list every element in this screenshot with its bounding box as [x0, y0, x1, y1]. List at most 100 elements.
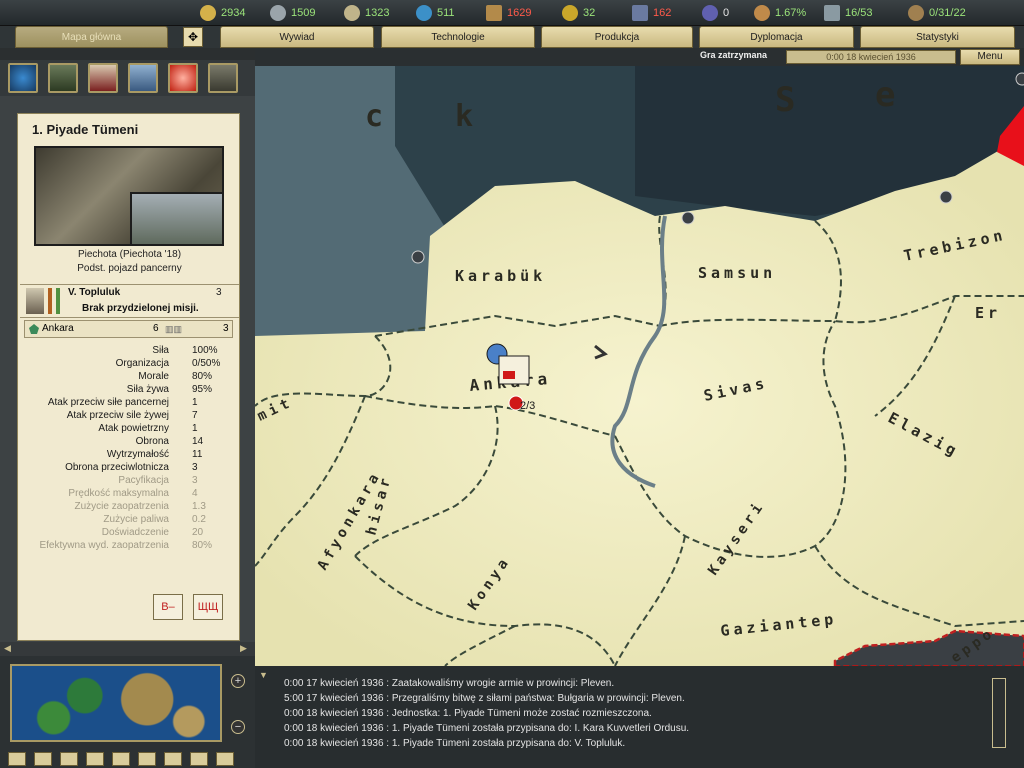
- stat-value: 7: [192, 410, 198, 421]
- resource-transports[interactable]: 16/53: [824, 3, 873, 23]
- house-icon[interactable]: [112, 752, 130, 766]
- stat-row: Zużycie zaopatrzenia 1.3: [18, 500, 241, 513]
- unit-type-caption: Piechota (Piechota '18): [77, 249, 182, 260]
- stat-value: 11: [192, 449, 203, 460]
- supply-icon: ▥▥: [165, 324, 183, 334]
- manpower-icon: [632, 5, 648, 21]
- stat-row: Prędkość maksymalna 4: [18, 487, 241, 500]
- stat-value: 100%: [192, 345, 218, 356]
- resource-manpower[interactable]: 162: [632, 3, 671, 23]
- map-filter-icons: [4, 752, 252, 768]
- resource-diplomacy[interactable]: 0: [702, 3, 729, 23]
- sea-label: c: [365, 99, 387, 134]
- resource-energy[interactable]: 2934: [200, 3, 245, 23]
- stat-label: Atak powietrzny: [98, 423, 169, 434]
- tab-production[interactable]: Produkcja: [541, 26, 693, 48]
- log-scrollbar[interactable]: [992, 678, 1006, 748]
- unit-name: 1. Piyade Tümeni: [32, 122, 139, 137]
- stat-row: Siła 100%: [18, 344, 241, 357]
- sea-label: S: [775, 80, 799, 120]
- ship-icon[interactable]: [86, 752, 104, 766]
- flag-icon[interactable]: [34, 752, 52, 766]
- b-button[interactable]: B–: [153, 594, 183, 620]
- troops-icon[interactable]: [208, 63, 238, 93]
- tool-icon[interactable]: [138, 752, 156, 766]
- sea-label: k: [455, 99, 477, 134]
- plane-icon[interactable]: [60, 752, 78, 766]
- resource-convoys[interactable]: 0/31/22: [908, 3, 966, 23]
- move-cross-icon[interactable]: ✥: [183, 27, 203, 47]
- artillery-icon[interactable]: [88, 63, 118, 93]
- tab-technology[interactable]: Technologie: [381, 26, 535, 48]
- stat-row: Atak przeciw siłe pancernej 1: [18, 396, 241, 409]
- game-date[interactable]: 0:00 18 kwiecień 1936: [786, 50, 956, 64]
- stat-row: Efektywna wyd. zaopatrzenia 80%: [18, 539, 241, 552]
- globe-icon[interactable]: [8, 63, 38, 93]
- resource-metal[interactable]: 1509: [270, 3, 315, 23]
- infantry-counter-icon[interactable]: [498, 355, 530, 385]
- resource-value: 1509: [291, 7, 316, 19]
- dollar-icon: [562, 5, 578, 21]
- ship-icon[interactable]: [128, 63, 158, 93]
- rank-bar-icon: [48, 288, 52, 314]
- soldier-icon[interactable]: [48, 63, 78, 93]
- anchor-icon[interactable]: [411, 250, 425, 264]
- resource-value: 0: [723, 7, 730, 19]
- minimap[interactable]: [10, 664, 222, 742]
- main-tabs: Mapa główna ✥ Wywiad Technologie Produkc…: [0, 26, 1024, 48]
- supplies-crate-icon: [486, 5, 502, 21]
- explosion-icon[interactable]: [168, 63, 198, 93]
- commander-box[interactable]: V. Topluluk 3 Brak przydzielonej misji.: [20, 284, 239, 318]
- location-box[interactable]: Ankara 6 ▥▥ 3: [24, 320, 233, 338]
- stat-value: 14: [192, 436, 204, 447]
- resource-oil[interactable]: 511: [416, 3, 455, 23]
- sea-label: e: [875, 75, 899, 115]
- unit-stats: Siła 100% Organizacja 0/50% Morale 80% Siła ży…: [18, 344, 241, 584]
- convoy-icon: [908, 5, 924, 21]
- panel-scrollbar[interactable]: ◀ ▶: [0, 642, 255, 656]
- gear-icon[interactable]: [216, 752, 234, 766]
- location-value: 6: [153, 323, 159, 334]
- filter-icon[interactable]: [8, 752, 26, 766]
- province-icon: [29, 324, 39, 334]
- arrow-right-icon[interactable]: ▶: [240, 643, 247, 654]
- stat-row: Organizacja 0/50%: [18, 357, 241, 370]
- resource-value: 1323: [365, 7, 390, 19]
- stat-row: Pacyfikacja 3: [18, 474, 241, 487]
- anchor-icon[interactable]: [681, 211, 695, 225]
- arrow-down-icon[interactable]: ▼: [259, 670, 268, 680]
- arrow-left-icon[interactable]: ◀: [4, 643, 11, 654]
- stat-value: 80%: [192, 371, 213, 382]
- message-log: ▼ 0:00 17 kwiecień 1936 : Zaatakowaliśmy…: [255, 666, 1024, 768]
- resource-supplies[interactable]: 1629: [486, 3, 531, 23]
- resource-dissent[interactable]: 1.67%: [754, 3, 806, 23]
- tab-main-map[interactable]: Mapa główna: [15, 26, 168, 48]
- unit-split-button[interactable]: ЩЩ: [193, 594, 223, 620]
- anchor-icon[interactable]: [939, 190, 953, 204]
- factory-icon[interactable]: [164, 752, 182, 766]
- resource-value: 0/31/22: [929, 7, 966, 19]
- metal-icon: [270, 5, 286, 21]
- diplomacy-icon: [702, 5, 718, 21]
- stat-label: Zużycie paliwa: [103, 514, 169, 525]
- zoom-out-button[interactable]: −: [231, 720, 245, 734]
- map-canvas[interactable]: c k S e Karabük Samsun Trebizon Ankara S…: [255, 66, 1024, 666]
- zoom-in-button[interactable]: +: [231, 674, 245, 688]
- tab-diplomacy[interactable]: Dyplomacja: [699, 26, 854, 48]
- stat-value: 1.3: [192, 501, 206, 512]
- tab-intelligence[interactable]: Wywiad: [220, 26, 374, 48]
- stat-label: Efektywna wyd. zaopatrzenia: [39, 540, 169, 551]
- resource-value: 1629: [507, 7, 532, 19]
- transport-truck-icon: [824, 5, 840, 21]
- crate-icon[interactable]: [190, 752, 208, 766]
- stat-label: Organizacja: [115, 358, 169, 369]
- stat-label: Obrona przeciwlotnicza: [65, 462, 169, 473]
- tab-statistics[interactable]: Statystyki: [860, 26, 1015, 48]
- resource-rare-materials[interactable]: 1323: [344, 3, 389, 23]
- stat-value: 20: [192, 527, 204, 538]
- anchor-icon[interactable]: [1015, 72, 1024, 86]
- menu-button[interactable]: Menu: [960, 49, 1020, 65]
- resource-money[interactable]: 32: [562, 3, 595, 23]
- game-map[interactable]: c k S e Karabük Samsun Trebizon Ankara S…: [255, 66, 1024, 666]
- stat-value: 1: [192, 397, 198, 408]
